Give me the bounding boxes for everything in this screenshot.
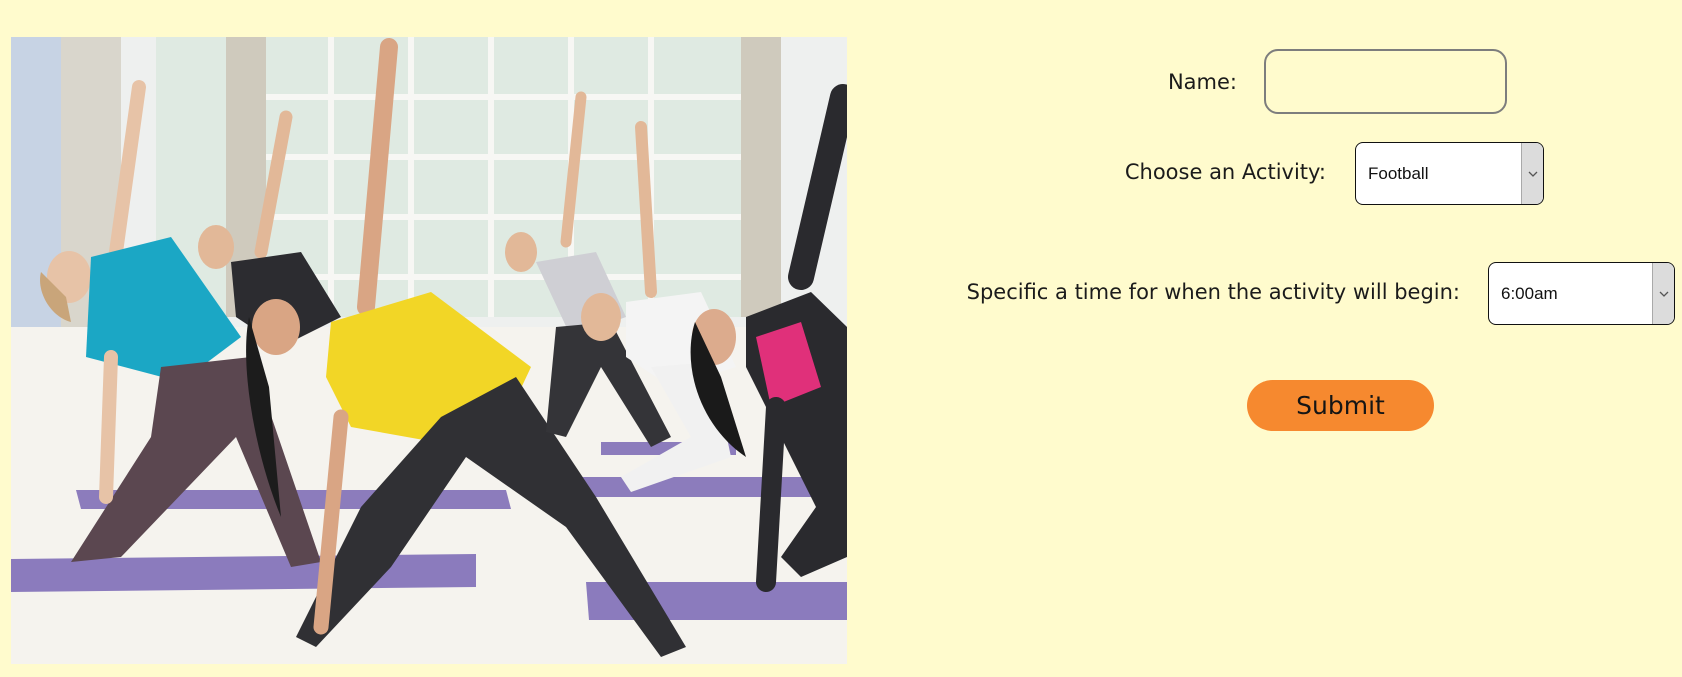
page: Name: Choose an Activity: Football Speci… <box>0 0 1682 677</box>
activity-select[interactable]: Football <box>1355 142 1544 205</box>
time-select[interactable]: 6:00am <box>1488 262 1675 325</box>
chevron-down-icon <box>1659 291 1668 297</box>
time-dropdown-arrow[interactable] <box>1652 263 1674 324</box>
activity-label: Choose an Activity: <box>1124 160 1326 184</box>
name-input[interactable] <box>1264 49 1507 114</box>
activity-dropdown-arrow[interactable] <box>1521 143 1543 204</box>
activity-selected-value: Football <box>1368 163 1429 183</box>
chevron-down-icon <box>1528 171 1537 177</box>
submit-button[interactable]: Submit <box>1247 380 1434 431</box>
name-label: Name: <box>1167 70 1237 94</box>
time-selected-value: 6:00am <box>1501 283 1558 303</box>
yoga-class-photo <box>11 37 847 664</box>
time-label: Specific a time for when the activity wi… <box>966 280 1460 304</box>
